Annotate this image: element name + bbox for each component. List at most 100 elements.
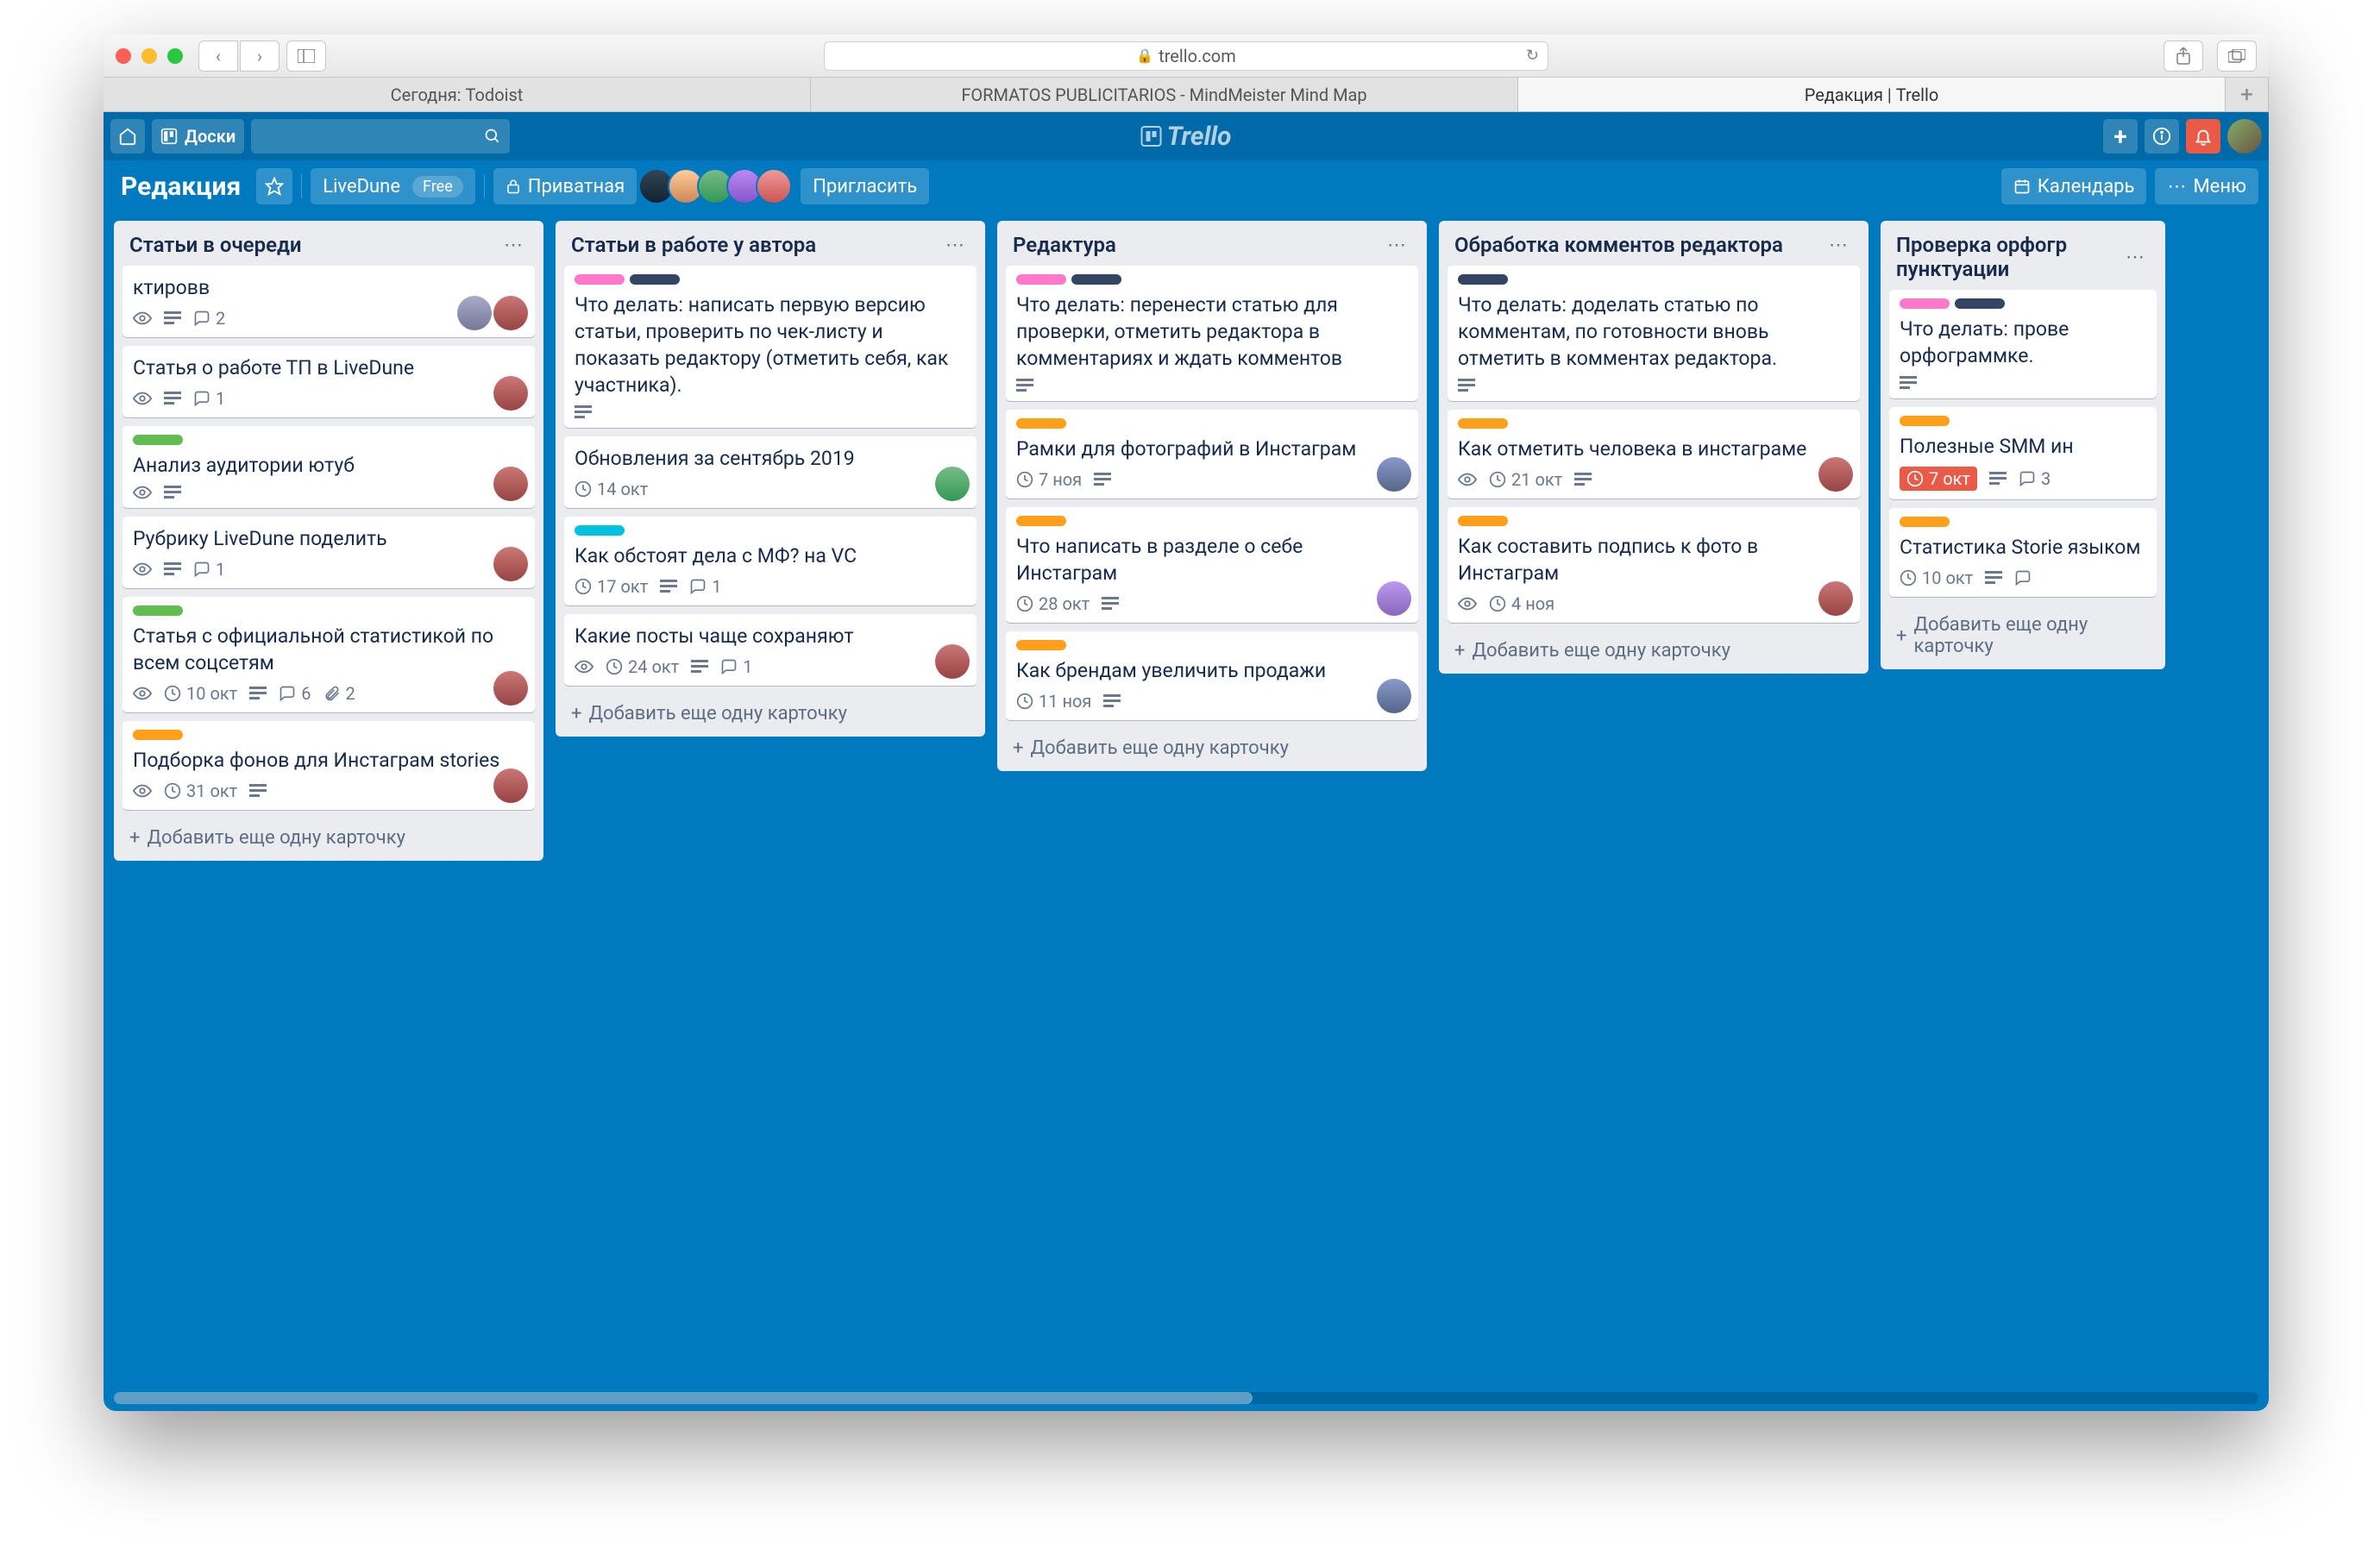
card-member-avatar[interactable] [1818, 581, 1853, 616]
card-member-avatar[interactable] [935, 467, 970, 501]
minimize-window-button[interactable] [141, 48, 157, 64]
label-orange[interactable] [1900, 416, 1950, 426]
card[interactable]: Статья о работе ТП в LiveDune1 [122, 346, 535, 417]
add-card-button[interactable]: +Добавить еще одну карточку [1448, 631, 1860, 670]
label-orange[interactable] [1458, 516, 1508, 526]
card[interactable]: Анализ аудитории ютуб [122, 426, 535, 508]
list-name[interactable]: Статьи в работе у автора [571, 233, 940, 257]
sidebar-toggle-button[interactable] [286, 41, 326, 72]
board-canvas[interactable]: Статьи в очереди⋯ктировв2Статья о работе… [104, 212, 2269, 1392]
card-member-avatar[interactable] [493, 296, 528, 330]
card[interactable]: Как составить подпись к фото в Инстаграм… [1448, 507, 1860, 623]
member-avatar[interactable] [756, 168, 792, 204]
list-menu-button[interactable]: ⋯ [499, 235, 528, 256]
info-button[interactable] [2145, 119, 2179, 154]
add-card-button[interactable]: +Добавить еще одну карточку [1889, 605, 2157, 666]
card[interactable]: Статья с официальной статистикой по всем… [122, 597, 535, 712]
card[interactable]: Как отметить человека в инстаграме21 окт [1448, 410, 1860, 499]
card-member-avatar[interactable] [1377, 457, 1411, 492]
label-navy[interactable] [1955, 298, 2005, 309]
card[interactable]: Статистика Storie языком10 окт [1889, 508, 2157, 597]
trello-logo[interactable]: Trello [1141, 122, 1232, 152]
card-member-avatar[interactable] [493, 671, 528, 706]
label-pink[interactable] [1900, 298, 1950, 309]
notifications-button[interactable] [2186, 119, 2220, 154]
list-menu-button[interactable]: ⋯ [1824, 235, 1853, 256]
watch-icon [133, 687, 152, 700]
list-name[interactable]: Статьи в очереди [129, 233, 499, 257]
card-member-avatar[interactable] [493, 547, 528, 581]
browser-tab-0[interactable]: Сегодня: Todoist [104, 78, 811, 111]
card-member-avatar[interactable] [1377, 581, 1411, 616]
profile-avatar[interactable] [2227, 119, 2262, 154]
new-tab-button[interactable]: + [2226, 78, 2269, 111]
card[interactable]: Какие посты чаще сохраняют24 окт1 [564, 614, 977, 686]
browser-tab-1[interactable]: FORMATOS PUBLICITARIOS - MindMeister Min… [811, 78, 1518, 111]
card[interactable]: Что делать: написать первую версию стать… [564, 266, 977, 428]
list-menu-button[interactable]: ⋯ [1382, 235, 1411, 256]
reload-icon[interactable]: ↻ [1526, 47, 1539, 65]
boards-button[interactable]: Доски [152, 119, 244, 154]
card[interactable]: Подборка фонов для Инстаграм stories31 о… [122, 721, 535, 810]
close-window-button[interactable] [116, 48, 131, 64]
card[interactable]: Обновления за сентябрь 201914 окт [564, 436, 977, 508]
card[interactable]: Как обстоят дела с МФ? на VC17 окт1 [564, 517, 977, 605]
card[interactable]: Что делать: доделать статью по комментам… [1448, 266, 1860, 401]
card-member-avatar[interactable] [493, 376, 528, 411]
search-box[interactable] [251, 119, 510, 154]
label-navy[interactable] [1458, 274, 1508, 285]
visibility-button[interactable]: Приватная [493, 168, 637, 204]
calendar-button[interactable]: Календарь [2001, 168, 2147, 204]
menu-button[interactable]: ⋯ Меню [2155, 168, 2258, 204]
star-board-button[interactable] [256, 168, 292, 204]
list-menu-button[interactable]: ⋯ [940, 235, 970, 256]
label-orange[interactable] [1458, 418, 1508, 429]
team-button[interactable]: LiveDune Free [311, 168, 475, 204]
label-green[interactable] [133, 605, 183, 616]
list-name[interactable]: Обработка комментов редактора [1454, 233, 1824, 257]
card[interactable]: Рубрику LiveDune поделить1 [122, 517, 535, 588]
label-orange[interactable] [1016, 418, 1066, 429]
card-member-avatar[interactable] [457, 296, 492, 330]
card[interactable]: Рамки для фотографий в Инстаграм7 ноя [1006, 410, 1418, 499]
card-member-avatar[interactable] [1818, 457, 1853, 492]
scrollbar-thumb[interactable] [114, 1392, 1253, 1404]
label-navy[interactable] [630, 274, 680, 285]
card[interactable]: Как брендам увеличить продажи11 ноя [1006, 631, 1418, 720]
label-orange[interactable] [1016, 640, 1066, 650]
browser-tab-2[interactable]: Редакция | Trello [1518, 78, 2226, 111]
back-button[interactable]: ‹ [198, 41, 238, 72]
tab-strip: Сегодня: Todoist FORMATOS PUBLICITARIOS … [104, 78, 2269, 112]
card[interactable]: Что делать: перенести статью для проверк… [1006, 266, 1418, 401]
label-sky[interactable] [575, 525, 625, 536]
forward-button[interactable]: › [240, 41, 279, 72]
description-icon [164, 486, 181, 499]
add-card-button[interactable]: +Добавить еще одну карточку [1006, 729, 1418, 768]
list-menu-button[interactable]: ⋯ [2120, 247, 2150, 268]
invite-button[interactable]: Пригласить [801, 168, 929, 204]
share-button[interactable] [2164, 41, 2203, 72]
url-bar[interactable]: 🔒 trello.com ↻ [824, 41, 1548, 71]
card[interactable]: ктировв2 [122, 266, 535, 337]
label-navy[interactable] [1071, 274, 1121, 285]
card[interactable]: Полезные SMM ин7 окт3 [1889, 407, 2157, 499]
add-card-button[interactable]: +Добавить еще одну карточку [122, 818, 535, 857]
card[interactable]: Что делать: прове орфограммке. [1889, 290, 2157, 398]
list-name[interactable]: Редактура [1013, 233, 1382, 257]
board-name[interactable]: Редакция [114, 172, 248, 202]
label-pink[interactable] [575, 274, 625, 285]
label-pink[interactable] [1016, 274, 1066, 285]
horizontal-scrollbar[interactable] [114, 1392, 2258, 1404]
list-name[interactable]: Проверка орфогр пунктуации [1896, 233, 2120, 281]
label-orange[interactable] [133, 730, 183, 740]
add-card-button[interactable]: +Добавить еще одну карточку [564, 694, 977, 733]
card-member-avatar[interactable] [493, 467, 528, 501]
home-button[interactable] [110, 119, 145, 154]
label-orange[interactable] [1900, 517, 1950, 527]
label-green[interactable] [133, 435, 183, 445]
maximize-window-button[interactable] [167, 48, 183, 64]
create-button[interactable]: + [2103, 119, 2138, 154]
card[interactable]: Что написать в разделе о себе Инстаграм2… [1006, 507, 1418, 623]
tabs-button[interactable] [2217, 41, 2257, 72]
label-orange[interactable] [1016, 516, 1066, 526]
